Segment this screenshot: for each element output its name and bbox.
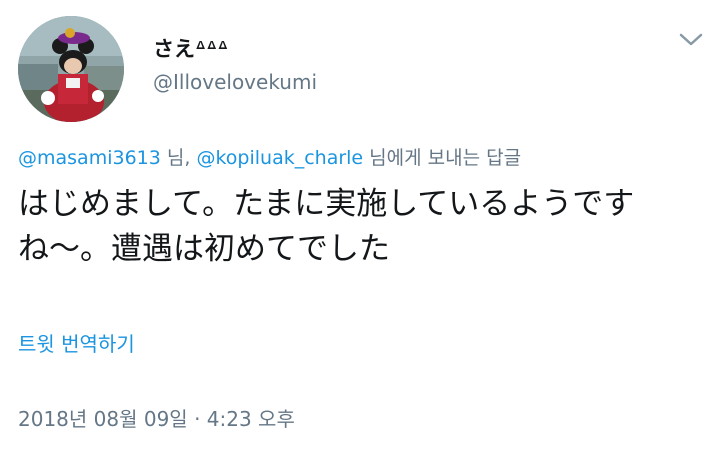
mention-link-2[interactable]: @kopiluak_charle — [196, 147, 363, 169]
profile-photo — [18, 16, 124, 122]
user-handle[interactable]: @Illovelovekumi — [153, 69, 317, 95]
tweet-text: はじめまして。たまに実施しているようですね〜。遭遇は初めてでした — [18, 186, 635, 267]
tweet-timestamp[interactable]: 2018년 08월 09일 · 4:23 오후 — [18, 405, 295, 433]
reply-suffix: 님에게 보내는 답글 — [363, 147, 522, 169]
mention-link-1[interactable]: @masami3613 — [18, 147, 161, 169]
reply-separator: 님, — [160, 147, 197, 169]
reply-context: @masami3613 님, @kopiluak_charle 님에게 보내는 … — [18, 145, 521, 171]
translate-tweet-link[interactable]: 트윗 번역하기 — [18, 330, 135, 358]
display-name[interactable]: さえᐞᐞᐞ — [153, 36, 228, 62]
chevron-down-icon[interactable] — [676, 28, 706, 52]
avatar[interactable] — [18, 16, 124, 122]
